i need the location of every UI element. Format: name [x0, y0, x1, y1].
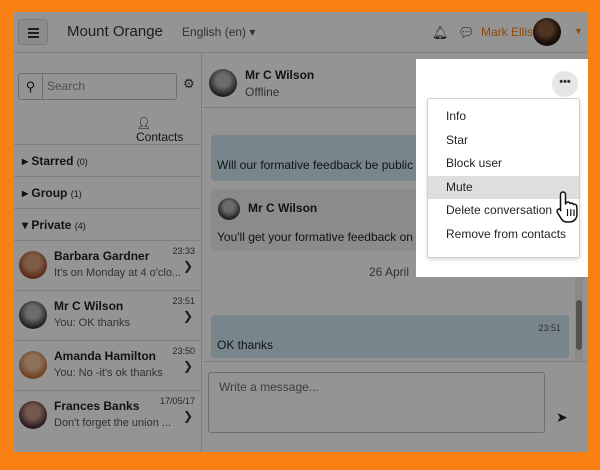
section-label: Private — [31, 218, 72, 232]
navbar: Mount Orange English (en) ▾ 🔔︎ 💬︎ Mark E… — [14, 12, 588, 53]
language-label: English (en) — [182, 25, 247, 39]
search-icon[interactable]: ⚲ — [19, 74, 43, 99]
bell-icon[interactable]: 🔔︎ — [432, 25, 449, 41]
conversation-status: Offline — [245, 85, 280, 99]
message-bubble: 23:51 OK thanks — [211, 315, 569, 358]
section-starred[interactable]: ▸ Starred (0) — [14, 144, 202, 176]
conversation-name: Frances Banks — [54, 399, 140, 413]
chevron-down-icon: ▾ — [249, 25, 256, 39]
conversation-time: 17/05/17 — [159, 396, 195, 406]
conversation-actions-area: ••• Info Star Block user Mute Delete con… — [416, 59, 588, 277]
avatar — [19, 351, 47, 379]
section-count: (4) — [74, 221, 86, 231]
conversation-preview: Don't forget the union ... — [54, 417, 172, 429]
site-name[interactable]: Mount Orange — [67, 23, 163, 40]
conversation-name: Barbara Gardner — [54, 249, 150, 263]
user-menu-name[interactable]: Mark Ellis — [481, 25, 533, 39]
caret-right-icon: ▸ — [22, 186, 29, 200]
conversation-preview: You: OK thanks — [54, 317, 131, 329]
conversation-time: 23:50 — [172, 346, 195, 356]
search-box[interactable]: ⚲ Search — [18, 73, 177, 100]
chevron-down-icon[interactable]: ▼ — [574, 26, 583, 36]
section-label: Starred — [31, 154, 74, 168]
conversation-actions-menu: Info Star Block user Mute Delete convers… — [427, 98, 580, 258]
hand-pointer-icon — [556, 191, 578, 223]
message-time: 23:51 — [538, 323, 561, 333]
menu-toggle-button[interactable] — [18, 19, 48, 45]
message-sender: Mr C Wilson — [248, 201, 318, 215]
avatar — [19, 301, 47, 329]
chevron-right-icon: ❯ — [182, 409, 193, 423]
conversation-preview: It's on Monday at 4 o'clo... — [54, 267, 182, 279]
menu-item-block-user[interactable]: Block user — [428, 152, 579, 176]
conversation-item-amanda-hamilton[interactable]: Amanda Hamilton 23:50 You: No -it's ok t… — [14, 340, 202, 390]
section-private[interactable]: ▾ Private (4) — [14, 208, 202, 240]
caret-down-icon: ▾ — [22, 218, 29, 232]
scrollbar-thumb[interactable] — [576, 300, 582, 350]
section-count: (0) — [76, 157, 88, 167]
more-options-button[interactable]: ••• — [552, 71, 578, 97]
conversation-item-frances-banks[interactable]: Frances Banks 17/05/17 Don't forget the … — [14, 390, 202, 440]
messages-sidebar: ⚲ Search ⚙ 👤︎ Contacts ▸ Starred (0) ▸ G… — [14, 54, 202, 452]
section-label: Group — [31, 186, 68, 200]
language-selector[interactable]: English (en) ▾ — [182, 25, 255, 39]
message-composer: Write a message... ➤ — [203, 361, 588, 452]
conversation-time: 23:33 — [172, 246, 195, 256]
chevron-right-icon: ❯ — [182, 359, 193, 373]
conversation-title[interactable]: Mr C Wilson — [245, 68, 314, 82]
avatar — [19, 401, 47, 429]
contacts-label: Contacts — [136, 130, 184, 144]
menu-item-remove-from-contacts[interactable]: Remove from contacts — [428, 223, 579, 247]
conversation-name: Amanda Hamilton — [54, 349, 157, 363]
user-icon: 👤︎ — [136, 116, 152, 130]
avatar — [218, 198, 240, 220]
avatar[interactable] — [209, 69, 237, 97]
conversation-time: 23:51 — [172, 296, 195, 306]
chevron-right-icon: ❯ — [182, 259, 193, 273]
message-input[interactable]: Write a message... — [208, 372, 545, 433]
chevron-right-icon: ❯ — [182, 309, 193, 323]
user-avatar[interactable] — [533, 18, 561, 46]
conversation-item-mr-c-wilson[interactable]: Mr C Wilson 23:51 You: OK thanks ❯ — [14, 290, 202, 340]
chat-icon[interactable]: 💬︎ — [458, 25, 475, 41]
conversation-name: Mr C Wilson — [54, 299, 124, 313]
send-icon[interactable]: ➤ — [556, 409, 568, 426]
menu-item-info[interactable]: Info — [428, 105, 579, 129]
message-text: OK thanks — [217, 338, 274, 352]
section-count: (1) — [70, 189, 82, 199]
section-group[interactable]: ▸ Group (1) — [14, 176, 202, 208]
caret-right-icon: ▸ — [22, 154, 29, 168]
menu-item-star[interactable]: Star — [428, 129, 579, 153]
avatar — [19, 251, 47, 279]
contacts-link[interactable]: 👤︎ Contacts — [136, 116, 201, 144]
gear-icon[interactable]: ⚙ — [183, 76, 195, 92]
search-input[interactable]: Search — [47, 79, 85, 93]
conversation-preview: You: No -it's ok thanks — [54, 367, 163, 379]
app-frame: Mount Orange English (en) ▾ 🔔︎ 💬︎ Mark E… — [14, 12, 588, 452]
conversation-item-barbara-gardner[interactable]: Barbara Gardner 23:33 It's on Monday at … — [14, 240, 202, 290]
